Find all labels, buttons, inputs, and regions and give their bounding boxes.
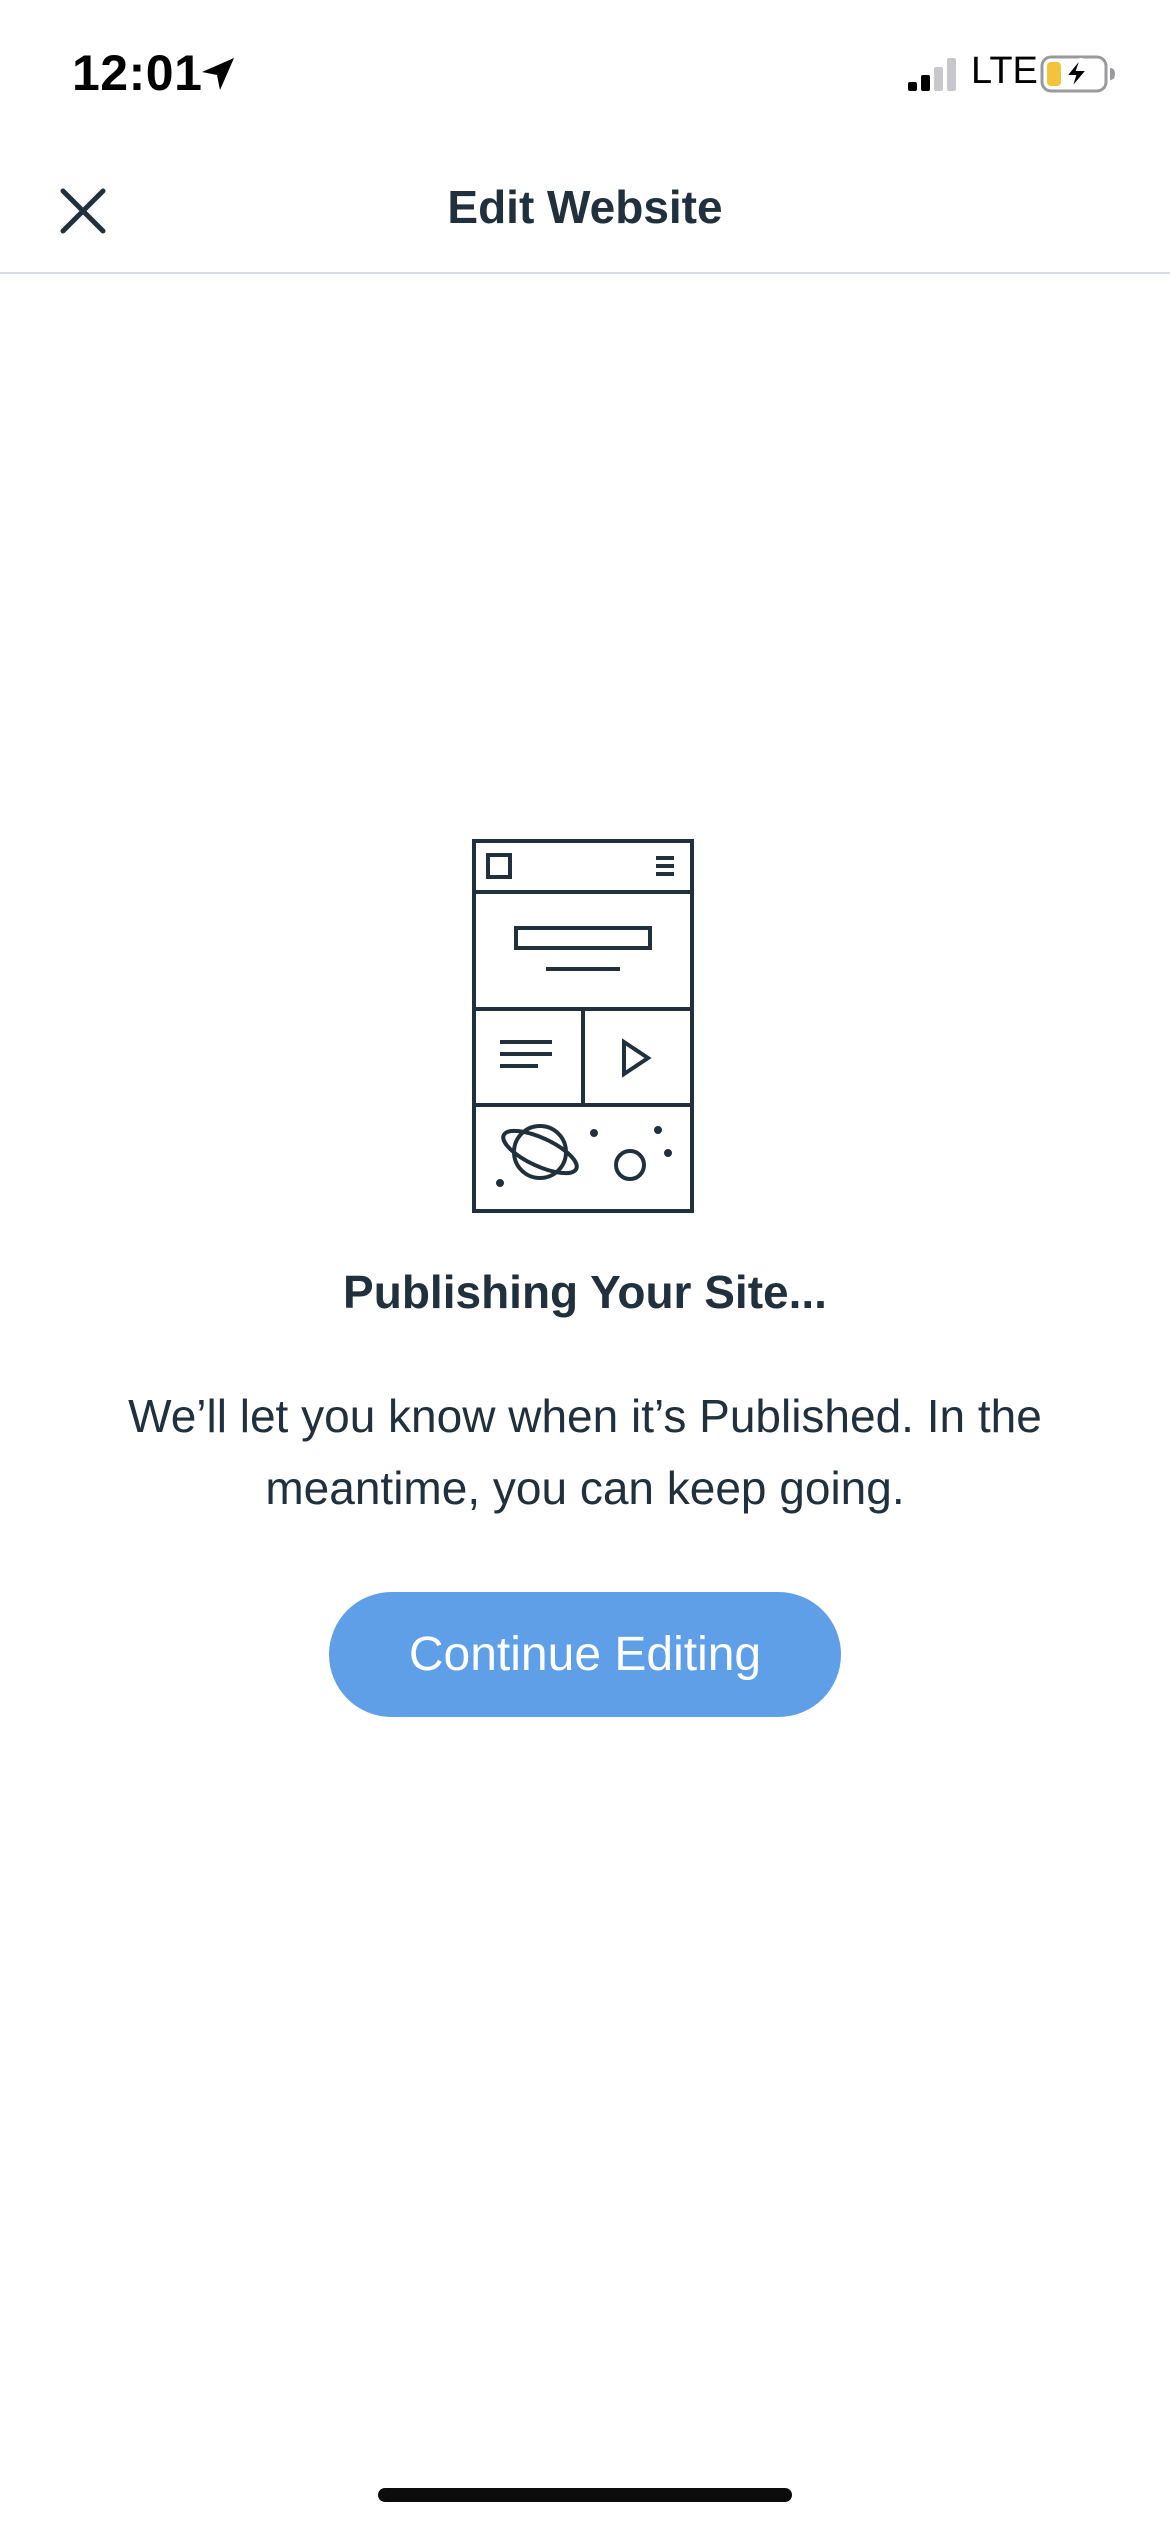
page-title: Edit Website bbox=[447, 181, 723, 233]
publishing-title: Publishing Your Site... bbox=[343, 1266, 827, 1318]
app-header: Edit Website bbox=[0, 150, 1170, 274]
status-bar: 12:01 LTE bbox=[0, 0, 1170, 150]
battery-charging-icon bbox=[1040, 54, 1116, 94]
website-publish-illustration-icon bbox=[470, 837, 700, 1217]
status-time: 12:01 bbox=[72, 45, 203, 101]
location-arrow-icon bbox=[198, 54, 238, 94]
home-indicator[interactable] bbox=[378, 2488, 792, 2502]
continue-editing-button[interactable]: Continue Editing bbox=[329, 1592, 841, 1717]
cellular-signal-icon bbox=[906, 56, 960, 92]
network-type-label: LTE bbox=[971, 50, 1038, 92]
publishing-message: We’ll let you know when it’s Published. … bbox=[128, 1390, 1042, 1514]
